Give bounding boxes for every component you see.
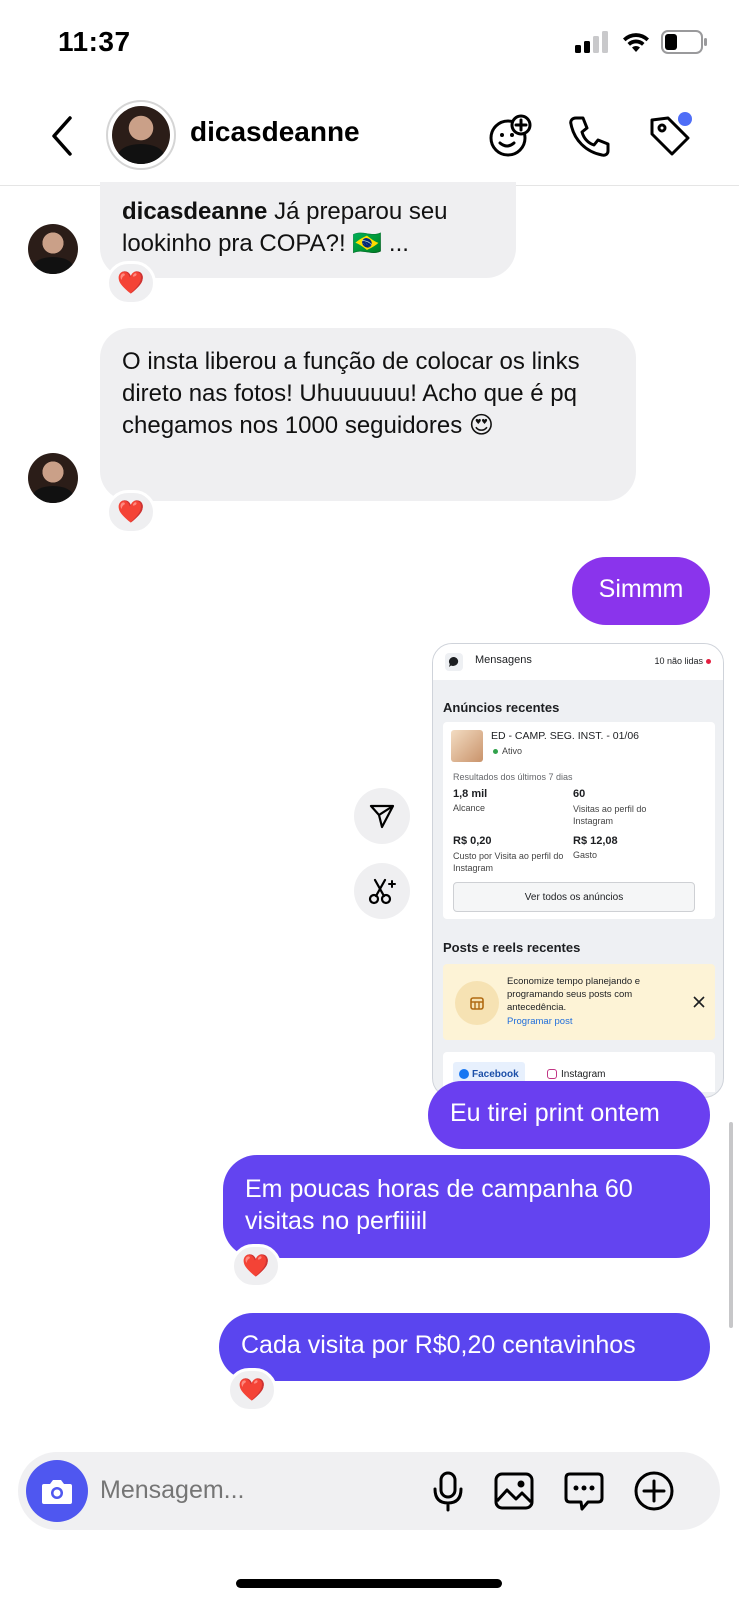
signal-icon xyxy=(575,31,608,53)
heart-reaction[interactable]: ❤️ xyxy=(227,1368,277,1412)
message-sender: dicasdeanne xyxy=(122,198,268,225)
tip-text: Economize tempo planejando e programando… xyxy=(507,976,641,1013)
tab-instagram-label: Instagram xyxy=(561,1068,606,1080)
visits-value: 60 xyxy=(573,788,586,800)
edit-image-button[interactable] xyxy=(354,863,410,919)
message-text: Em poucas horas de campanha 60 visitas n… xyxy=(245,1175,633,1235)
visits-label: Visitas ao perfil do Instagram xyxy=(573,804,647,826)
screenshot-topbar: Mensagens 10 não lidas xyxy=(433,644,723,680)
gallery-icon[interactable] xyxy=(492,1469,536,1513)
tip-card: Economize tempo planejando e programando… xyxy=(443,964,715,1040)
posts-heading: Posts e reels recentes xyxy=(443,940,581,955)
ad-card: ED - CAMP. SEG. INST. - 01/06 Ativo Resu… xyxy=(443,722,715,919)
microphone-icon[interactable] xyxy=(426,1469,470,1513)
sticker-chat-icon[interactable] xyxy=(562,1469,606,1513)
shared-screenshot[interactable]: Mensagens 10 não lidas Anúncios recentes… xyxy=(432,643,724,1098)
unread-dot xyxy=(706,659,711,664)
avatar-photo xyxy=(112,106,170,164)
results-label: Resultados dos últimos 7 dias xyxy=(453,772,573,782)
message-text: O insta liberou a função de colocar os l… xyxy=(122,348,580,439)
sender-avatar[interactable] xyxy=(28,453,78,503)
heart-reaction[interactable]: ❤️ xyxy=(106,261,156,305)
message-composer xyxy=(18,1452,720,1530)
message-bubble-incoming[interactable]: dicasdeanne Já preparou seu lookinho pra… xyxy=(100,182,516,278)
phone-icon[interactable] xyxy=(566,112,614,160)
cpv-label: Custo por Visita ao perfil do Instagram xyxy=(453,851,564,873)
wifi-icon xyxy=(623,33,649,52)
heart-reaction[interactable]: ❤️ xyxy=(106,490,156,534)
profile-avatar[interactable] xyxy=(106,100,176,170)
message-text: Simmm xyxy=(598,575,684,603)
close-icon[interactable] xyxy=(693,996,705,1008)
ad-name[interactable]: ED - CAMP. SEG. INST. - 01/06 xyxy=(491,730,639,742)
add-icon[interactable] xyxy=(632,1469,676,1513)
chat-username[interactable]: dicasdeanne xyxy=(190,116,360,148)
facebook-icon xyxy=(459,1069,469,1079)
chat-header: dicasdeanne xyxy=(0,86,739,186)
heart-reaction[interactable]: ❤️ xyxy=(231,1244,281,1288)
ad-thumbnail xyxy=(451,730,483,762)
active-dot xyxy=(493,749,498,754)
add-effect-icon[interactable] xyxy=(486,112,534,160)
message-bubble-outgoing[interactable]: Simmm xyxy=(572,557,710,625)
schedule-post-link[interactable]: Programar post xyxy=(507,1016,572,1027)
message-input[interactable] xyxy=(100,1476,400,1505)
tag-icon[interactable] xyxy=(646,112,694,160)
battery-icon xyxy=(661,30,707,54)
view-all-ads-button[interactable]: Ver todos os anúncios xyxy=(453,882,695,912)
message-bubble-incoming[interactable]: O insta liberou a função de colocar os l… xyxy=(100,328,636,501)
spend-value: R$ 12,08 xyxy=(573,835,618,847)
reach-value: 1,8 mil xyxy=(453,788,488,800)
message-bubble-outgoing[interactable]: Eu tirei print ontem xyxy=(428,1081,710,1149)
camera-button[interactable] xyxy=(26,1460,88,1522)
status-icons xyxy=(575,30,709,54)
ad-status: Ativo xyxy=(502,746,523,756)
scissors-sparkle-icon xyxy=(368,878,396,905)
scrollbar[interactable] xyxy=(729,1122,733,1328)
screenshot-title: Mensagens xyxy=(475,654,532,666)
sender-avatar[interactable] xyxy=(28,224,78,274)
back-arrow-icon[interactable] xyxy=(48,114,78,158)
camera-icon xyxy=(42,1480,72,1504)
unread-count: 10 não lidas xyxy=(654,656,703,666)
messages-icon xyxy=(445,653,463,671)
reach-label: Alcance xyxy=(453,803,486,813)
ads-heading: Anúncios recentes xyxy=(443,700,560,715)
spend-label: Gasto xyxy=(573,850,598,860)
send-icon xyxy=(369,804,395,829)
share-button[interactable] xyxy=(354,788,410,844)
home-indicator xyxy=(236,1579,502,1588)
message-bubble-outgoing[interactable]: Em poucas horas de campanha 60 visitas n… xyxy=(223,1155,710,1258)
tab-facebook-label: Facebook xyxy=(472,1068,519,1080)
calendar-icon xyxy=(455,981,499,1025)
cpv-value: R$ 0,20 xyxy=(453,835,492,847)
message-bubble-outgoing[interactable]: Cada visita por R$0,20 centavinhos xyxy=(219,1313,710,1381)
message-text: Cada visita por R$0,20 centavinhos xyxy=(241,1331,636,1359)
message-text: Eu tirei print ontem xyxy=(450,1099,660,1127)
instagram-icon xyxy=(547,1069,557,1079)
view-all-ads-label: Ver todos os anúncios xyxy=(524,891,624,903)
status-time: 11:37 xyxy=(58,26,131,57)
